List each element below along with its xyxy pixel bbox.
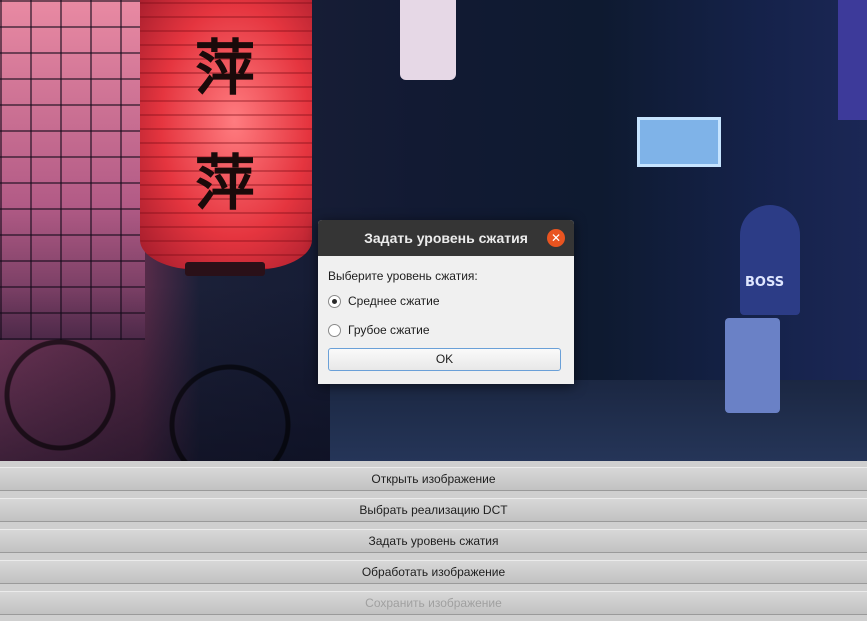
radio-label[interactable]: Грубое сжатие (348, 323, 430, 337)
trash-bin (725, 318, 780, 413)
hanging-sign (400, 0, 456, 80)
save-image-button: Сохранить изображение (0, 591, 867, 615)
dialog-title: Задать уровень сжатия (364, 230, 528, 246)
radio-option-medium[interactable]: Среднее сжатие (328, 293, 440, 309)
dialog-titlebar[interactable]: Задать уровень сжатия ✕ (318, 220, 574, 256)
action-button-bar: Открыть изображение Выбрать реализацию D… (0, 461, 867, 621)
radio-label[interactable]: Среднее сжатие (348, 294, 440, 308)
close-icon[interactable]: ✕ (547, 229, 565, 247)
radio-option-coarse[interactable]: Грубое сжатие (328, 322, 430, 338)
radio-button-checked[interactable] (328, 294, 341, 308)
choose-dct-button[interactable]: Выбрать реализацию DCT (0, 498, 867, 522)
boss-sign-text: BOSS (745, 275, 785, 290)
vending-machine (740, 205, 800, 315)
radio-button[interactable] (328, 323, 341, 337)
purple-sign (838, 0, 867, 120)
blue-sign (637, 117, 721, 167)
dialog-prompt: Выберите уровень сжатия: (328, 269, 478, 283)
process-image-button[interactable]: Обработать изображение (0, 560, 867, 584)
lantern-glyph: 萍 (195, 149, 255, 219)
set-compression-button[interactable]: Задать уровень сжатия (0, 529, 867, 553)
ok-button[interactable]: OK (328, 348, 561, 371)
red-lantern: 萍 萍 (140, 0, 312, 270)
bicycles (0, 285, 330, 461)
lantern-glyph: 萍 (195, 34, 255, 104)
lantern-cap (185, 262, 265, 276)
compression-dialog: Задать уровень сжатия ✕ Выберите уровень… (318, 220, 574, 384)
street (330, 380, 867, 461)
open-image-button[interactable]: Открыть изображение (0, 467, 867, 491)
